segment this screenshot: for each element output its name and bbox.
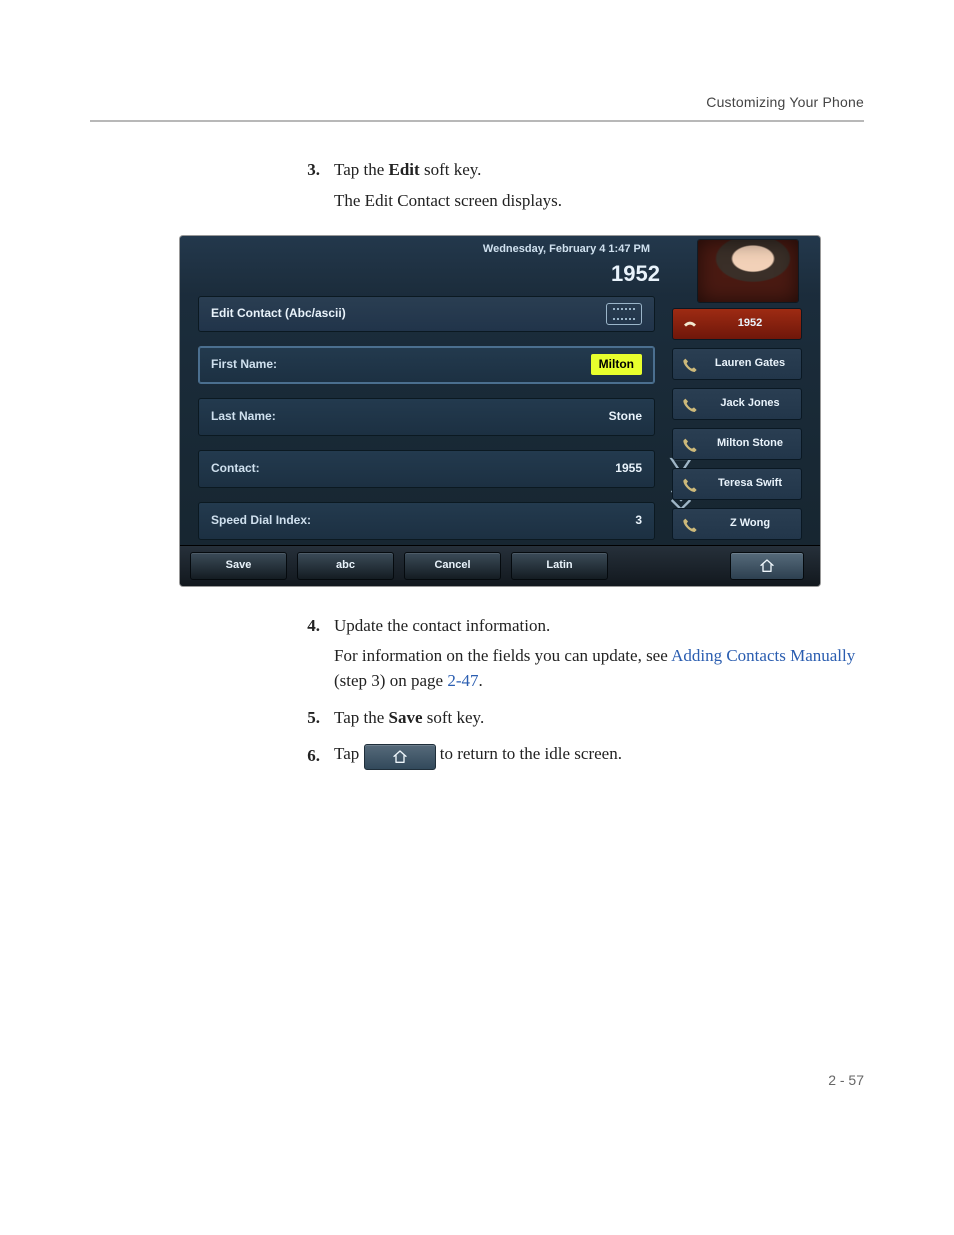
softkey-abc[interactable]: abc: [297, 552, 394, 580]
softkey-latin[interactable]: Latin: [511, 552, 608, 580]
step-4-sub-a: For information on the fields you can up…: [334, 646, 671, 665]
field-contact-value: 1955: [615, 460, 642, 477]
step-3-sub: The Edit Contact screen displays.: [334, 189, 864, 214]
handset-icon: [681, 355, 699, 373]
step-4-sub-c: .: [478, 671, 482, 690]
speed-dial-sidebar: 1952 Lauren Gates Jack Jones Milton Ston…: [672, 308, 802, 540]
field-last-name-label: Last Name:: [211, 408, 276, 425]
sidebar-item-milton-stone[interactable]: Milton Stone: [672, 428, 802, 460]
step-6: 6. Tap to return to the idle screen.: [300, 742, 864, 770]
field-speed-dial[interactable]: Speed Dial Index: 3: [198, 502, 655, 540]
step-6-text-b: to return to the idle screen.: [440, 744, 622, 763]
step-4-text: Update the contact information.: [334, 614, 864, 639]
handset-icon: [681, 515, 699, 533]
home-icon: [759, 558, 775, 574]
step-3-number: 3.: [300, 158, 320, 183]
running-head: Customizing Your Phone: [90, 92, 864, 112]
keyboard-icon[interactable]: [606, 303, 642, 325]
panel-title-bar: Edit Contact (Abc/ascii): [198, 296, 655, 332]
step-5: 5. Tap the Save soft key.: [300, 706, 864, 731]
handset-icon: [681, 475, 699, 493]
field-speed-dial-label: Speed Dial Index:: [211, 512, 311, 529]
sidebar-item-label: Lauren Gates: [707, 356, 793, 372]
field-speed-dial-value: 3: [635, 512, 642, 529]
softkey-home[interactable]: [730, 552, 804, 580]
step-5-number: 5.: [300, 706, 320, 731]
page-number: 2 - 57: [90, 1070, 864, 1090]
field-first-name[interactable]: First Name: Milton: [198, 346, 655, 384]
sidebar-item-label: Teresa Swift: [707, 476, 793, 492]
home-softkey-inline: [364, 744, 436, 770]
step-3-text-a: Tap the: [334, 160, 389, 179]
step-4-number: 4.: [300, 614, 320, 639]
field-first-name-label: First Name:: [211, 356, 277, 373]
sidebar-item-label: Jack Jones: [707, 396, 793, 412]
softkey-bar: Save abc Cancel Latin: [180, 545, 820, 586]
screenshot-edit-contact: Wednesday, February 4 1:47 PM 1952 Edit …: [180, 236, 820, 586]
handset-down-icon: [681, 315, 699, 333]
link-adding-contacts-manually[interactable]: Adding Contacts Manually: [671, 646, 855, 665]
panel-title: Edit Contact (Abc/ascii): [211, 305, 346, 322]
contact-photo: [698, 240, 798, 302]
home-icon: [392, 749, 408, 765]
sidebar-item-jack-jones[interactable]: Jack Jones: [672, 388, 802, 420]
step-6-number: 6.: [300, 744, 320, 769]
step-5-text-b: soft key.: [423, 708, 485, 727]
field-contact[interactable]: Contact: 1955: [198, 450, 655, 488]
handset-icon: [681, 435, 699, 453]
field-contact-label: Contact:: [211, 460, 260, 477]
step-4: 4. Update the contact information.: [300, 614, 864, 639]
step-5-bold: Save: [389, 708, 423, 727]
field-last-name-value: Stone: [609, 408, 642, 425]
step-3: 3. Tap the Edit soft key.: [300, 158, 864, 183]
softkey-save[interactable]: Save: [190, 552, 287, 580]
sidebar-item-1952[interactable]: 1952: [672, 308, 802, 340]
field-last-name[interactable]: Last Name: Stone: [198, 398, 655, 436]
sidebar-item-teresa-swift[interactable]: Teresa Swift: [672, 468, 802, 500]
step-6-text-a: Tap: [334, 744, 364, 763]
screenshot-date: Wednesday, February 4 1:47 PM: [483, 242, 650, 258]
step-3-bold: Edit: [389, 160, 420, 179]
sidebar-item-z-wong[interactable]: Z Wong: [672, 508, 802, 540]
softkey-cancel[interactable]: Cancel: [404, 552, 501, 580]
header-rule: [90, 120, 864, 122]
screenshot-extension: 1952: [611, 258, 660, 290]
step-3-text-b: soft key.: [420, 160, 482, 179]
sidebar-item-label: Milton Stone: [707, 436, 793, 452]
step-4-sub-b: (step 3) on page: [334, 671, 447, 690]
handset-icon: [681, 395, 699, 413]
edit-contact-panel: Edit Contact (Abc/ascii) First Name: Mil…: [198, 296, 655, 536]
link-page-2-47[interactable]: 2-47: [447, 671, 478, 690]
sidebar-item-lauren-gates[interactable]: Lauren Gates: [672, 348, 802, 380]
step-5-text-a: Tap the: [334, 708, 389, 727]
sidebar-item-label: 1952: [707, 316, 793, 332]
sidebar-item-label: Z Wong: [707, 516, 793, 532]
field-first-name-value: Milton: [591, 354, 642, 375]
